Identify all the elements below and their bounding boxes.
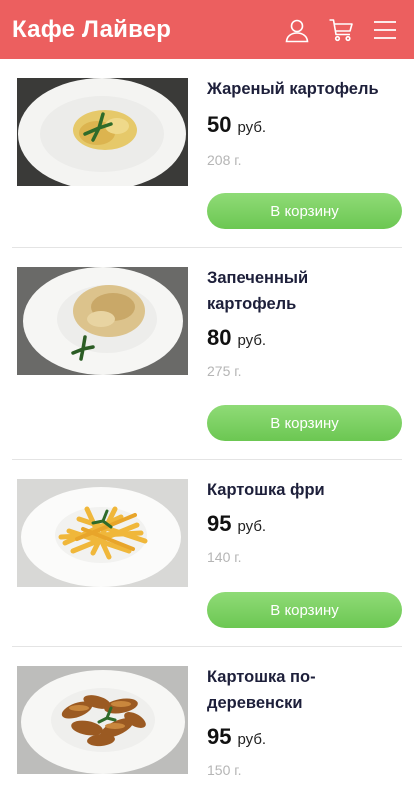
product-name-line: картофель xyxy=(207,295,297,313)
brand-title[interactable]: Кафе Лайвер xyxy=(12,16,171,44)
header-actions xyxy=(284,17,398,43)
product-name-line: Запеченный xyxy=(207,269,309,287)
price-row: 95 руб. xyxy=(207,724,402,750)
app-header: Кафе Лайвер xyxy=(0,0,414,59)
product-name-line: Картошка фри xyxy=(207,481,325,499)
add-to-cart-button[interactable]: В корзину xyxy=(207,193,402,229)
price-currency: руб. xyxy=(237,518,267,535)
product-photo-baked-potatoes[interactable] xyxy=(17,267,188,375)
menu-icon[interactable] xyxy=(372,17,398,43)
price-row: 80 руб. xyxy=(207,325,402,351)
product-price: 50 xyxy=(207,112,232,137)
product-name[interactable]: Картошка по- деревенски xyxy=(207,664,402,716)
product-name-line: деревенски xyxy=(207,694,303,712)
product-photo-french-fries[interactable] xyxy=(17,479,188,587)
product-weight: 140 г. xyxy=(207,549,242,565)
product-name-line: Жареный картофель xyxy=(207,80,379,98)
product-name[interactable]: Жареный картофель xyxy=(207,76,402,102)
product-name[interactable]: Запеченный картофель xyxy=(207,265,402,317)
product-card: Жареный картофель 50 руб. 208 г. В корзи… xyxy=(12,59,402,248)
product-card: Картошка фри 95 руб. 140 г. В корзину xyxy=(12,460,402,647)
product-info: Запеченный картофель 80 руб. 275 г. xyxy=(207,265,402,379)
user-icon[interactable] xyxy=(284,17,310,43)
product-info: Жареный картофель 50 руб. 208 г. xyxy=(207,76,402,168)
price-row: 50 руб. xyxy=(207,112,402,138)
product-card: Запеченный картофель 80 руб. 275 г. В ко… xyxy=(12,248,402,460)
add-to-cart-button[interactable]: В корзину xyxy=(207,405,402,441)
product-card: Картошка по- деревенски 95 руб. 150 г. xyxy=(12,647,402,807)
cart-icon[interactable] xyxy=(328,17,354,43)
price-currency: руб. xyxy=(237,332,267,349)
product-weight: 150 г. xyxy=(207,762,242,778)
product-name-line: Картошка по- xyxy=(207,668,316,686)
product-weight: 208 г. xyxy=(207,152,242,168)
product-price: 95 xyxy=(207,511,232,536)
product-weight: 275 г. xyxy=(207,363,242,379)
product-name[interactable]: Картошка фри xyxy=(207,477,402,503)
price-currency: руб. xyxy=(237,119,267,136)
product-photo-fried-potatoes[interactable] xyxy=(17,78,188,186)
product-price: 80 xyxy=(207,325,232,350)
product-list: Жареный картофель 50 руб. 208 г. В корзи… xyxy=(0,59,414,807)
product-info: Картошка по- деревенски 95 руб. 150 г. xyxy=(207,664,402,778)
price-row: 95 руб. xyxy=(207,511,402,537)
price-currency: руб. xyxy=(237,731,267,748)
product-photo-country-potatoes[interactable] xyxy=(17,666,188,774)
product-price: 95 xyxy=(207,724,232,749)
product-info: Картошка фри 95 руб. 140 г. xyxy=(207,477,402,565)
add-to-cart-button[interactable]: В корзину xyxy=(207,592,402,628)
